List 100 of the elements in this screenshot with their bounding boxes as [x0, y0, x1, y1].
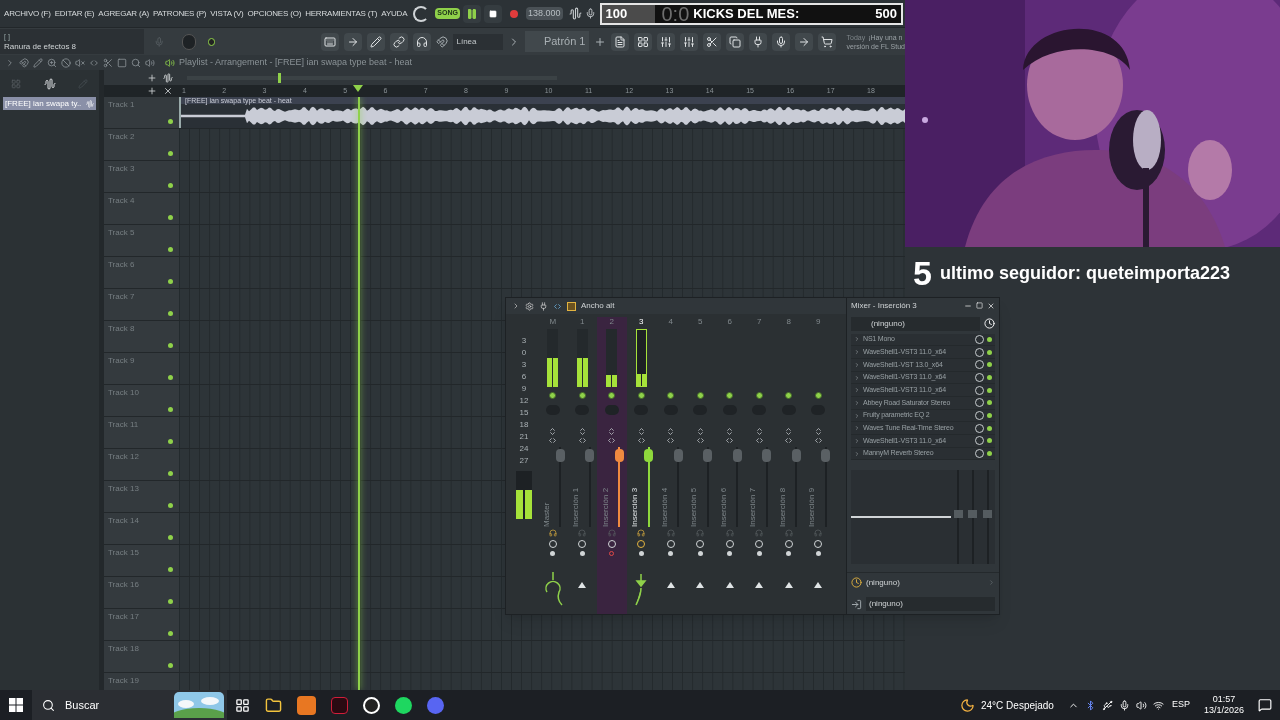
- moon-icon[interactable]: [960, 697, 975, 713]
- swap-icon[interactable]: [754, 436, 764, 445]
- window-button[interactable]: [657, 32, 676, 51]
- menu-item[interactable]: AGREGAR (A): [98, 7, 150, 20]
- swap-icon[interactable]: [666, 436, 676, 445]
- gear-icon[interactable]: [525, 301, 534, 311]
- track-header[interactable]: Track 19: [104, 673, 179, 690]
- magnet-icon[interactable]: [436, 35, 449, 48]
- track-enabled-icon[interactable]: [168, 215, 173, 220]
- mixer-strip[interactable]: 3 Inserción 3: [626, 317, 656, 614]
- swap-icon[interactable]: [725, 436, 735, 445]
- slot-enabled-icon[interactable]: [987, 451, 992, 457]
- fader-handle[interactable]: [644, 449, 654, 462]
- channel-enabled-icon[interactable]: [696, 392, 704, 399]
- route-arrow-icon[interactable]: [755, 582, 764, 588]
- usb-icon[interactable]: [1101, 699, 1113, 711]
- track-enabled-icon[interactable]: [168, 599, 173, 604]
- channel-enabled-icon[interactable]: [814, 392, 822, 399]
- track-header[interactable]: Track 13: [104, 481, 179, 512]
- channel-enabled-icon[interactable]: [667, 392, 675, 399]
- swap-icon[interactable]: [636, 436, 646, 445]
- record-arm-icon[interactable]: [638, 551, 644, 556]
- stereo-icon[interactable]: [548, 427, 558, 436]
- snap-dropdown[interactable]: Línea: [453, 33, 504, 50]
- record-arm-icon[interactable]: [815, 551, 821, 556]
- record-arm-icon[interactable]: [550, 551, 556, 556]
- record-arm-icon[interactable]: [786, 551, 792, 556]
- track-header[interactable]: Track 6: [104, 257, 179, 288]
- menu-item[interactable]: EDITAR (E): [54, 7, 95, 20]
- channel-enabled-icon[interactable]: [726, 392, 734, 399]
- mixer-strip[interactable]: 8 Inserción 8: [774, 317, 804, 614]
- mixer-strip[interactable]: M Master: [538, 317, 568, 614]
- record-arm-icon[interactable]: [668, 551, 674, 556]
- fader-handle[interactable]: [614, 449, 624, 462]
- metronome-icon[interactable]: [568, 7, 582, 20]
- menu-item[interactable]: AYUDA: [381, 7, 408, 20]
- input-dropdown[interactable]: (ninguno): [851, 316, 980, 331]
- microphone-icon[interactable]: [1118, 699, 1130, 711]
- stop-button[interactable]: [483, 4, 502, 23]
- route-arrow-icon[interactable]: [666, 582, 675, 588]
- record-arm-icon[interactable]: [727, 551, 733, 556]
- maximize-icon[interactable]: [976, 302, 983, 310]
- record-arm-icon[interactable]: [697, 551, 703, 556]
- speaker-icon[interactable]: [145, 57, 155, 68]
- slot-enabled-icon[interactable]: [987, 425, 992, 431]
- headphones-icon[interactable]: [548, 529, 557, 537]
- sidechain-dropdown[interactable]: (ninguno): [866, 576, 984, 589]
- fader-handle[interactable]: [791, 449, 801, 462]
- window-button[interactable]: [772, 32, 791, 51]
- track-header[interactable]: Track 14: [104, 513, 179, 544]
- fader-handle[interactable]: [673, 449, 683, 462]
- browser-item[interactable]: [FREE] ian swapa ty..: [3, 97, 97, 110]
- pattern-selector[interactable]: Patrón 1: [525, 31, 590, 52]
- track-enabled-icon[interactable]: [168, 567, 173, 572]
- toolbar-button[interactable]: [413, 32, 432, 51]
- window-button[interactable]: [703, 32, 722, 51]
- channel-enabled-icon[interactable]: [637, 392, 645, 399]
- fader-handle[interactable]: [585, 449, 595, 462]
- route-arrow-icon[interactable]: [696, 582, 705, 588]
- clock-date[interactable]: 13/1/2026: [1203, 705, 1244, 716]
- mixer-strip[interactable]: 5 Inserción 5: [685, 317, 715, 614]
- width-toggle-icon[interactable]: [567, 301, 576, 311]
- swap-icon[interactable]: [548, 436, 558, 445]
- track-enabled-icon[interactable]: [168, 471, 173, 476]
- fader-handle[interactable]: [732, 449, 742, 462]
- slot-enabled-icon[interactable]: [987, 362, 992, 368]
- weather-text[interactable]: 24°C Despejado: [981, 697, 1054, 713]
- slot-enabled-icon[interactable]: [987, 438, 992, 444]
- fader-handle[interactable]: [555, 449, 565, 462]
- swap-icon[interactable]: [577, 436, 587, 445]
- stereo-icon[interactable]: [577, 427, 587, 436]
- track-enabled-icon[interactable]: [168, 439, 173, 444]
- route-arrow-icon[interactable]: [784, 582, 793, 588]
- stereo-icon[interactable]: [607, 427, 617, 436]
- route-arrow-icon[interactable]: [578, 582, 587, 588]
- speaker-icon[interactable]: [75, 57, 85, 68]
- menu-item[interactable]: VISTA (V): [210, 7, 244, 20]
- track-header[interactable]: Track 15: [104, 545, 179, 576]
- mixer-strip[interactable]: 7 Inserción 7: [744, 317, 774, 614]
- window-button[interactable]: [749, 32, 768, 51]
- windows-logo-icon[interactable]: [9, 698, 23, 712]
- output-icon[interactable]: [851, 598, 862, 610]
- close-icon[interactable]: [163, 86, 173, 96]
- track-enabled-icon[interactable]: [168, 183, 173, 188]
- stereo-icon[interactable]: [813, 427, 823, 436]
- window-button[interactable]: [634, 32, 653, 51]
- channel-enabled-icon[interactable]: [608, 392, 616, 399]
- volume-icon[interactable]: [1135, 699, 1147, 711]
- mixer-strip[interactable]: 1 Inserción 1: [567, 317, 597, 614]
- channel-enabled-icon[interactable]: [578, 392, 586, 399]
- track-enabled-icon[interactable]: [168, 375, 173, 380]
- stereo-icon[interactable]: [754, 427, 764, 436]
- toolbar-button[interactable]: [367, 32, 386, 51]
- track-enabled-icon[interactable]: [168, 119, 173, 124]
- channel-enabled-icon[interactable]: [785, 392, 793, 399]
- track-enabled-icon[interactable]: [168, 279, 173, 284]
- folder-icon[interactable]: [265, 696, 282, 714]
- search-field[interactable]: Buscar: [32, 690, 227, 720]
- tempo-display[interactable]: 138.000: [525, 6, 563, 21]
- menu-item[interactable]: ARCHIVO (F): [4, 7, 51, 20]
